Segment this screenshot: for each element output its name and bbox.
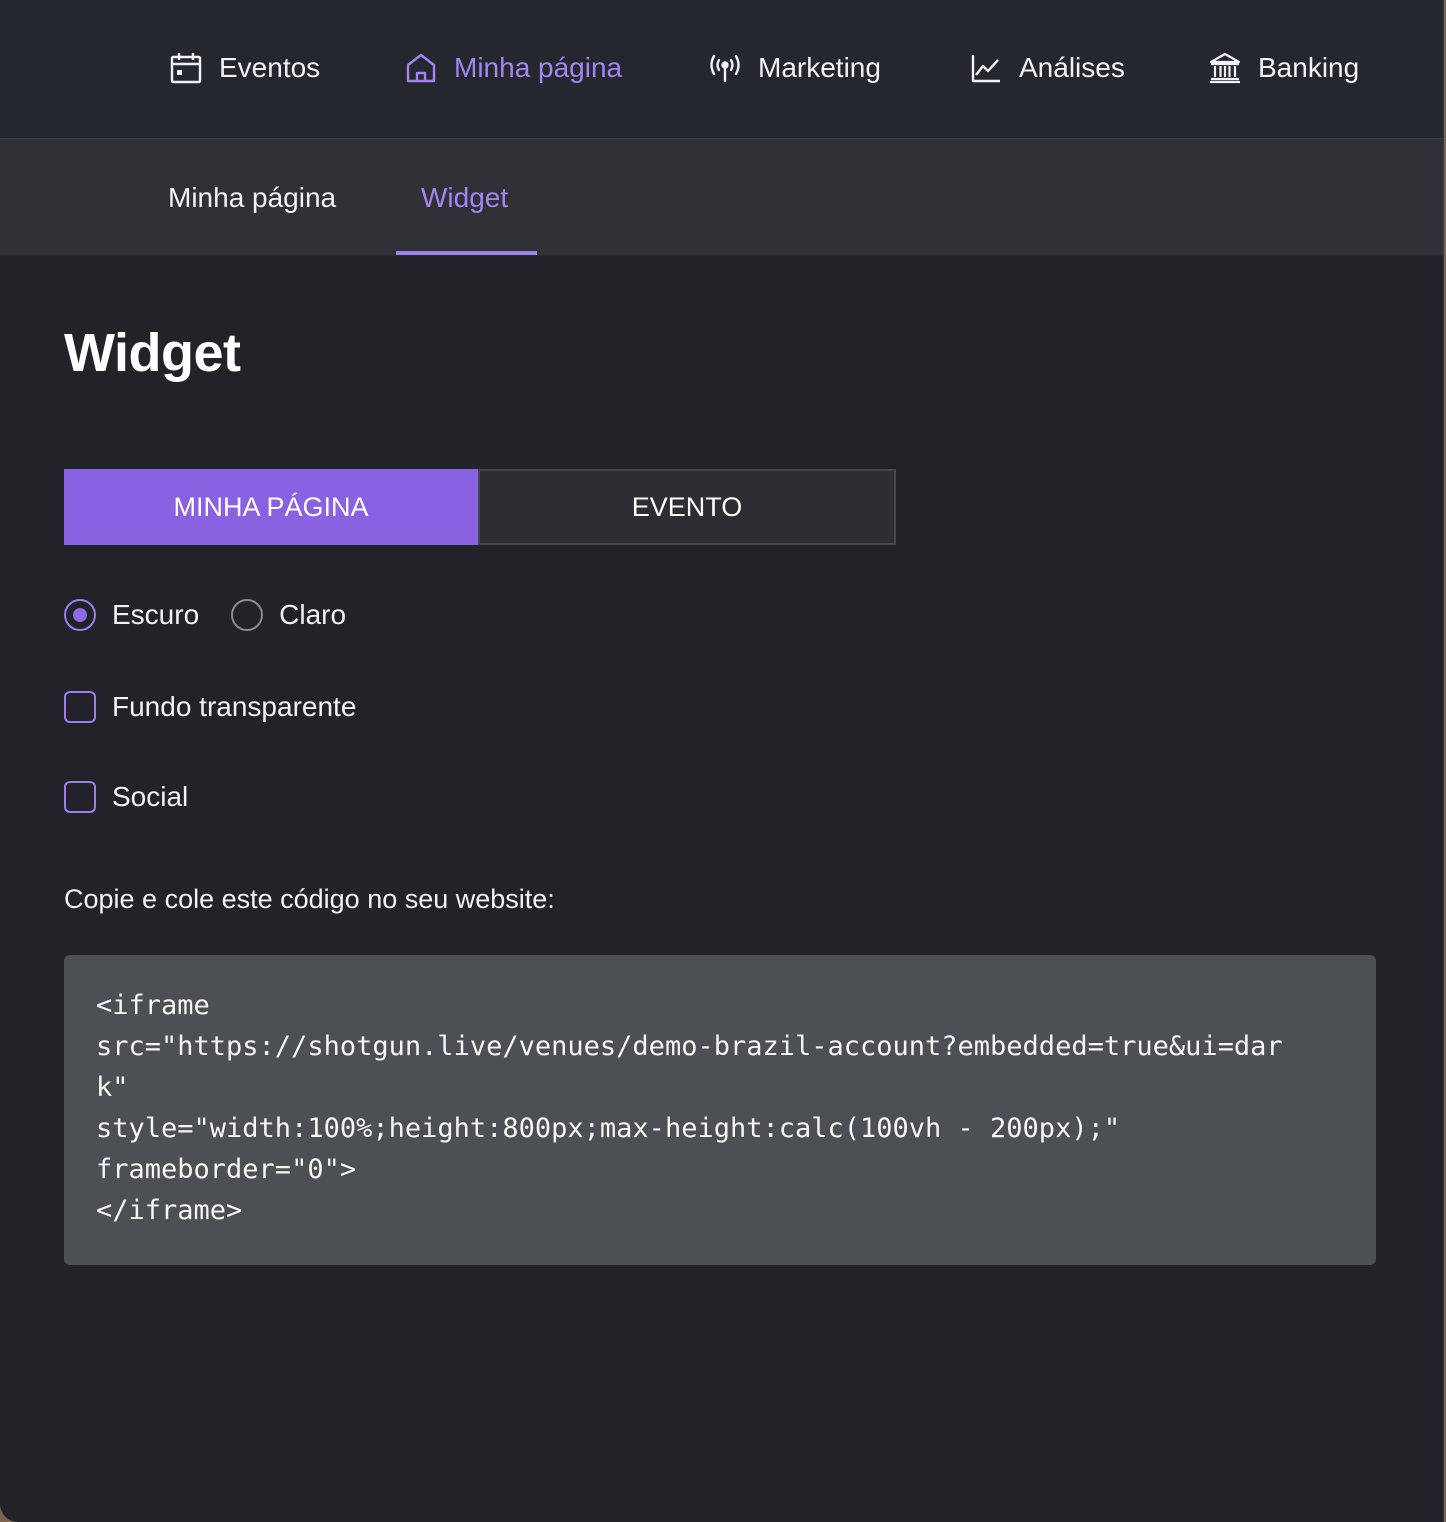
calendar-icon: [169, 51, 203, 85]
tab-widget[interactable]: Widget: [421, 139, 508, 256]
code-line: k": [96, 1072, 129, 1103]
theme-radio-group: Escuro Claro: [64, 594, 378, 636]
nav-label: Eventos: [219, 52, 321, 83]
code-line: frameborder="0">: [96, 1154, 357, 1185]
nav-item-marketing[interactable]: Marketing: [708, 46, 881, 90]
sub-navigation: Minha página Widget: [0, 139, 1443, 256]
code-line: style="width:100%;height:800px;max-heigh…: [96, 1113, 1121, 1144]
escuro-label[interactable]: Escuro: [112, 599, 199, 631]
evento-segment-button[interactable]: EVENTO: [478, 469, 896, 545]
social-label[interactable]: Social: [112, 781, 188, 813]
social-option: Social: [64, 776, 188, 818]
line-chart-icon: [969, 51, 1003, 85]
nav-item-minha-pagina[interactable]: Minha página: [404, 46, 622, 90]
nav-label: Marketing: [758, 52, 881, 83]
top-navigation: Eventos Minha página Marketing Análises …: [0, 0, 1443, 139]
transparent-background-option: Fundo transparente: [64, 686, 356, 728]
claro-label[interactable]: Claro: [279, 599, 346, 631]
code-line: </iframe>: [96, 1195, 243, 1226]
nav-item-banking[interactable]: Banking: [1208, 46, 1359, 90]
home-icon: [404, 51, 438, 85]
active-tab-indicator: [396, 251, 537, 255]
tab-minha-pagina[interactable]: Minha página: [168, 139, 336, 256]
transparent-background-label[interactable]: Fundo transparente: [112, 691, 356, 723]
nav-label: Banking: [1258, 52, 1360, 83]
minha-pagina-segment-button[interactable]: MINHA PÁGINA: [64, 469, 478, 545]
copy-instructions: Copie e cole este código no seu website:: [64, 884, 555, 914]
widget-type-toggle: MINHA PÁGINA EVENTO: [64, 469, 896, 545]
nav-label: Análises: [1019, 52, 1125, 83]
page-title: Widget: [64, 323, 241, 383]
bank-icon: [1208, 51, 1242, 85]
radio-selected-dot: [73, 608, 87, 622]
code-line: <iframe: [96, 990, 210, 1021]
transparent-background-checkbox[interactable]: [64, 691, 96, 723]
nav-label: Minha página: [454, 52, 623, 83]
escuro-radio[interactable]: [64, 599, 96, 631]
nav-item-analises[interactable]: Análises: [969, 46, 1125, 90]
claro-radio[interactable]: [231, 599, 264, 631]
app-window: Eventos Minha página Marketing Análises …: [0, 0, 1444, 1522]
nav-item-eventos[interactable]: Eventos: [169, 46, 320, 90]
broadcast-icon: [708, 51, 742, 85]
code-line: src="https://shotgun.live/venues/demo-br…: [96, 1031, 1283, 1062]
embed-code-block[interactable]: <iframe src="https://shotgun.live/venues…: [64, 955, 1376, 1265]
social-checkbox[interactable]: [64, 781, 96, 813]
